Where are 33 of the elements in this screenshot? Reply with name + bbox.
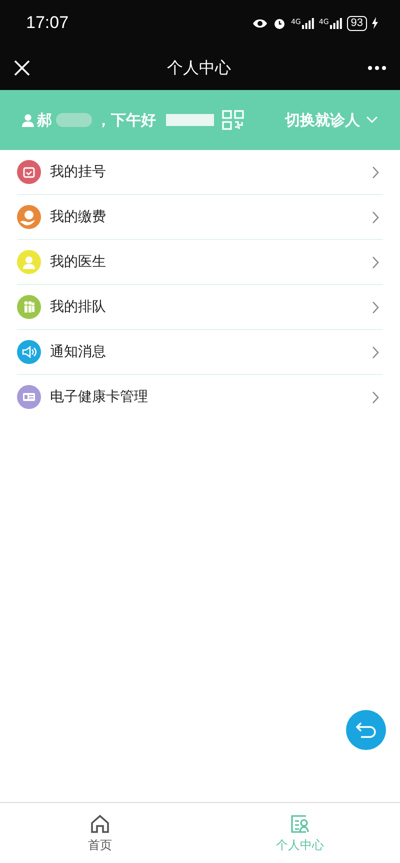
battery-level: 93 bbox=[346, 16, 367, 30]
user-surname: 郝 bbox=[37, 110, 52, 130]
alarm-icon bbox=[272, 16, 286, 30]
chevron-icon bbox=[372, 166, 379, 178]
blurred-area bbox=[166, 114, 214, 126]
blurred-area bbox=[56, 113, 92, 127]
page-title: 个人中心 bbox=[167, 58, 231, 78]
chevron-icon bbox=[372, 256, 379, 268]
tab-item[interactable]: 首页 bbox=[0, 803, 200, 863]
close-icon[interactable] bbox=[14, 60, 30, 76]
back-button[interactable] bbox=[346, 710, 386, 750]
home-icon bbox=[89, 813, 111, 835]
menu-item[interactable]: 我的缴费 bbox=[17, 195, 383, 240]
signal-icon bbox=[330, 18, 342, 28]
chevron-icon bbox=[372, 300, 379, 314]
status-time: 17:07 bbox=[26, 13, 69, 33]
menu-item[interactable]: 我的排队 bbox=[17, 285, 383, 330]
profile-card-icon bbox=[289, 813, 311, 835]
menu-item[interactable]: 我的医生 bbox=[17, 240, 383, 285]
chevron-icon bbox=[372, 210, 379, 224]
signal-icon bbox=[302, 18, 314, 28]
chevron-down-icon bbox=[366, 116, 378, 124]
charging-icon bbox=[372, 17, 378, 29]
user-icon bbox=[22, 114, 34, 126]
menu-item[interactable]: 通知消息 bbox=[17, 330, 383, 375]
chevron-icon bbox=[372, 390, 379, 404]
return-arrow-icon bbox=[355, 722, 377, 738]
menu-item[interactable]: 电子健康卡管理 bbox=[17, 375, 383, 419]
eye-icon bbox=[252, 18, 268, 28]
greeting-text: ，下午好 bbox=[96, 110, 156, 130]
more-icon[interactable] bbox=[368, 66, 386, 70]
chevron-icon bbox=[372, 346, 379, 358]
menu-item[interactable]: 我的挂号 bbox=[17, 150, 383, 195]
